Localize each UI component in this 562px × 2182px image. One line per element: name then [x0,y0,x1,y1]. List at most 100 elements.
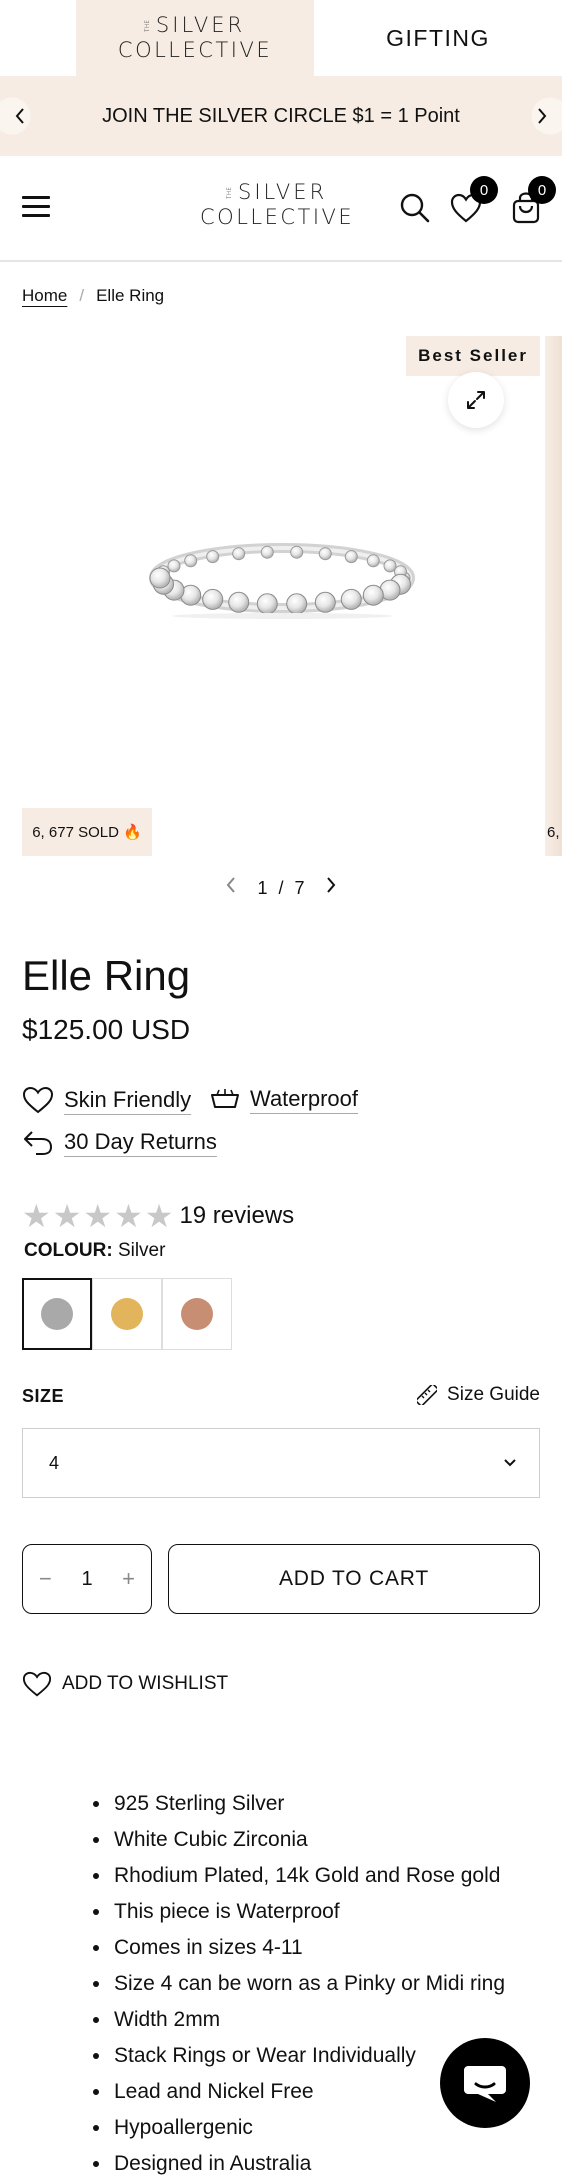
colour-label-title: COLOUR: [24,1240,113,1261]
ruler-icon [417,1385,438,1405]
wishlist-count-badge: 0 [470,176,498,204]
product-price: $125.00 USD [22,1014,191,1045]
ring-stone [206,550,220,564]
header-logo[interactable]: THE SILVER COLLECTIVE [200,182,354,228]
top-tabs: THE SILVER COLLECTIVE GIFTING [0,0,562,76]
logo-collective: COLLECTIVE [117,38,273,62]
feature-waterproof[interactable]: Waterproof [210,1086,358,1112]
next-slide-sold-label: 6, [547,824,560,841]
heart-icon [22,1671,52,1697]
review-count[interactable]: 19 reviews [179,1202,294,1230]
cart-button[interactable]: 0 [508,176,556,226]
add-to-wishlist-button[interactable]: ADD TO WISHLIST [22,1670,228,1698]
star-icon: ★ [52,1198,82,1234]
ring-stone [167,559,181,573]
gallery-current: 1 [257,877,268,898]
size-guide-link[interactable]: Size Guide [417,1384,540,1406]
detail-item: Rhodium Plated, 14k Gold and Rose gold [112,1858,505,1894]
chevron-right-icon [326,877,335,893]
gallery-prev-button[interactable] [225,876,237,900]
ring-stone [202,588,224,610]
star-icon: ★ [83,1198,113,1234]
feature-skin-friendly[interactable]: Skin Friendly [22,1086,191,1114]
quantity-increase-button[interactable]: + [122,1566,135,1592]
detail-item: White Cubic Zirconia [112,1822,505,1858]
chevron-left-icon [15,108,24,124]
site-header: THE SILVER COLLECTIVE 0 0 [0,156,562,262]
ring-stone [286,593,308,615]
tab-brand[interactable]: THE SILVER COLLECTIVE [76,0,314,76]
announcement-bar: JOIN THE SILVER CIRCLE $1 = 1 Point [0,76,562,156]
detail-item: 925 Sterling Silver [112,1786,505,1822]
tab-gifting[interactable]: GIFTING [314,0,562,76]
zoom-button[interactable] [448,372,504,428]
ring-stone [256,593,278,615]
chat-bubble-icon [464,2066,506,2102]
wishlist-header-button[interactable]: 0 [448,176,498,226]
product-gallery[interactable]: Best Seller 6, 677 SOLD 🔥 [22,336,540,856]
size-select[interactable]: 4 [22,1428,540,1498]
announcement-next-button[interactable] [522,96,562,136]
sold-count-badge: 6, 677 SOLD 🔥 [22,808,152,856]
colour-label: COLOUR: Silver [24,1240,165,1262]
star-icon: ★ [144,1198,174,1234]
ring-stone [184,554,198,568]
detail-item: Width 2mm [112,2002,505,2038]
breadcrumb-current: Elle Ring [96,286,165,305]
swatch-silver[interactable] [22,1278,92,1350]
detail-item: Designed in Australia [112,2146,505,2182]
swatch-rose-gold[interactable] [162,1278,232,1350]
ring-product-image [149,543,415,619]
gallery-pager: 1 / 7 [0,876,562,900]
chevron-right-icon [538,108,547,124]
detail-item: This piece is Waterproof [112,1894,505,1930]
detail-item: Size 4 can be worn as a Pinky or Midi ri… [112,1966,505,2002]
star-icon: ★ [22,1198,51,1234]
review-summary[interactable]: ★ ★ ★ ★ ★ 19 reviews [22,1200,294,1232]
logo-silver: SILVER [155,13,246,37]
menu-icon[interactable] [22,196,50,220]
ring-stone [340,588,362,610]
swatch-dot [111,1298,143,1330]
gallery-separator: / [278,877,284,898]
header-logo-silver: SILVER [238,180,328,204]
feature-returns[interactable]: 30 Day Returns [22,1128,217,1156]
gallery-position: 1 / 7 [257,878,304,899]
gallery-next-button[interactable] [325,876,337,900]
quantity-decrease-button[interactable]: − [39,1566,52,1592]
ring-stone [149,567,171,589]
detail-item: Hypoallergenic [112,2110,505,2146]
breadcrumb-separator: / [79,286,85,305]
logo-the: THE [143,19,151,32]
ring-stone [383,559,397,573]
size-guide-label: Size Guide [447,1384,540,1405]
header-logo-collective: COLLECTIVE [200,205,355,229]
announcement-text[interactable]: JOIN THE SILVER CIRCLE $1 = 1 Point [102,105,460,128]
feature-label: 30 Day Returns [64,1129,217,1154]
breadcrumb-home[interactable]: Home [22,286,67,306]
ring-stone [314,591,336,613]
swatch-gold[interactable] [92,1278,162,1350]
ring-stone [366,554,380,568]
search-icon [400,193,430,223]
ring-stone [260,545,274,559]
star-icon: ★ [114,1198,143,1234]
next-slide-peek[interactable] [545,336,562,856]
feature-label: Skin Friendly [64,1087,192,1112]
chevron-left-icon [227,877,236,893]
quantity-value[interactable]: 1 [81,1568,92,1591]
heart-icon [22,1086,54,1114]
search-button[interactable] [398,190,432,226]
size-select-value: 4 [49,1452,60,1473]
announcement-prev-button[interactable] [0,96,40,136]
swatch-dot [181,1298,213,1330]
tab-spacer [0,0,76,76]
ring-stone [344,550,358,564]
chat-button[interactable] [440,2038,530,2128]
product-title: Elle Ring [22,952,191,999]
colour-value: Silver [117,1240,166,1261]
ring-stone [318,547,332,561]
swatch-dot [41,1298,73,1330]
brand-logo: THE SILVER COLLECTIVE [118,15,272,61]
add-to-cart-button[interactable]: ADD TO CART [168,1544,540,1614]
